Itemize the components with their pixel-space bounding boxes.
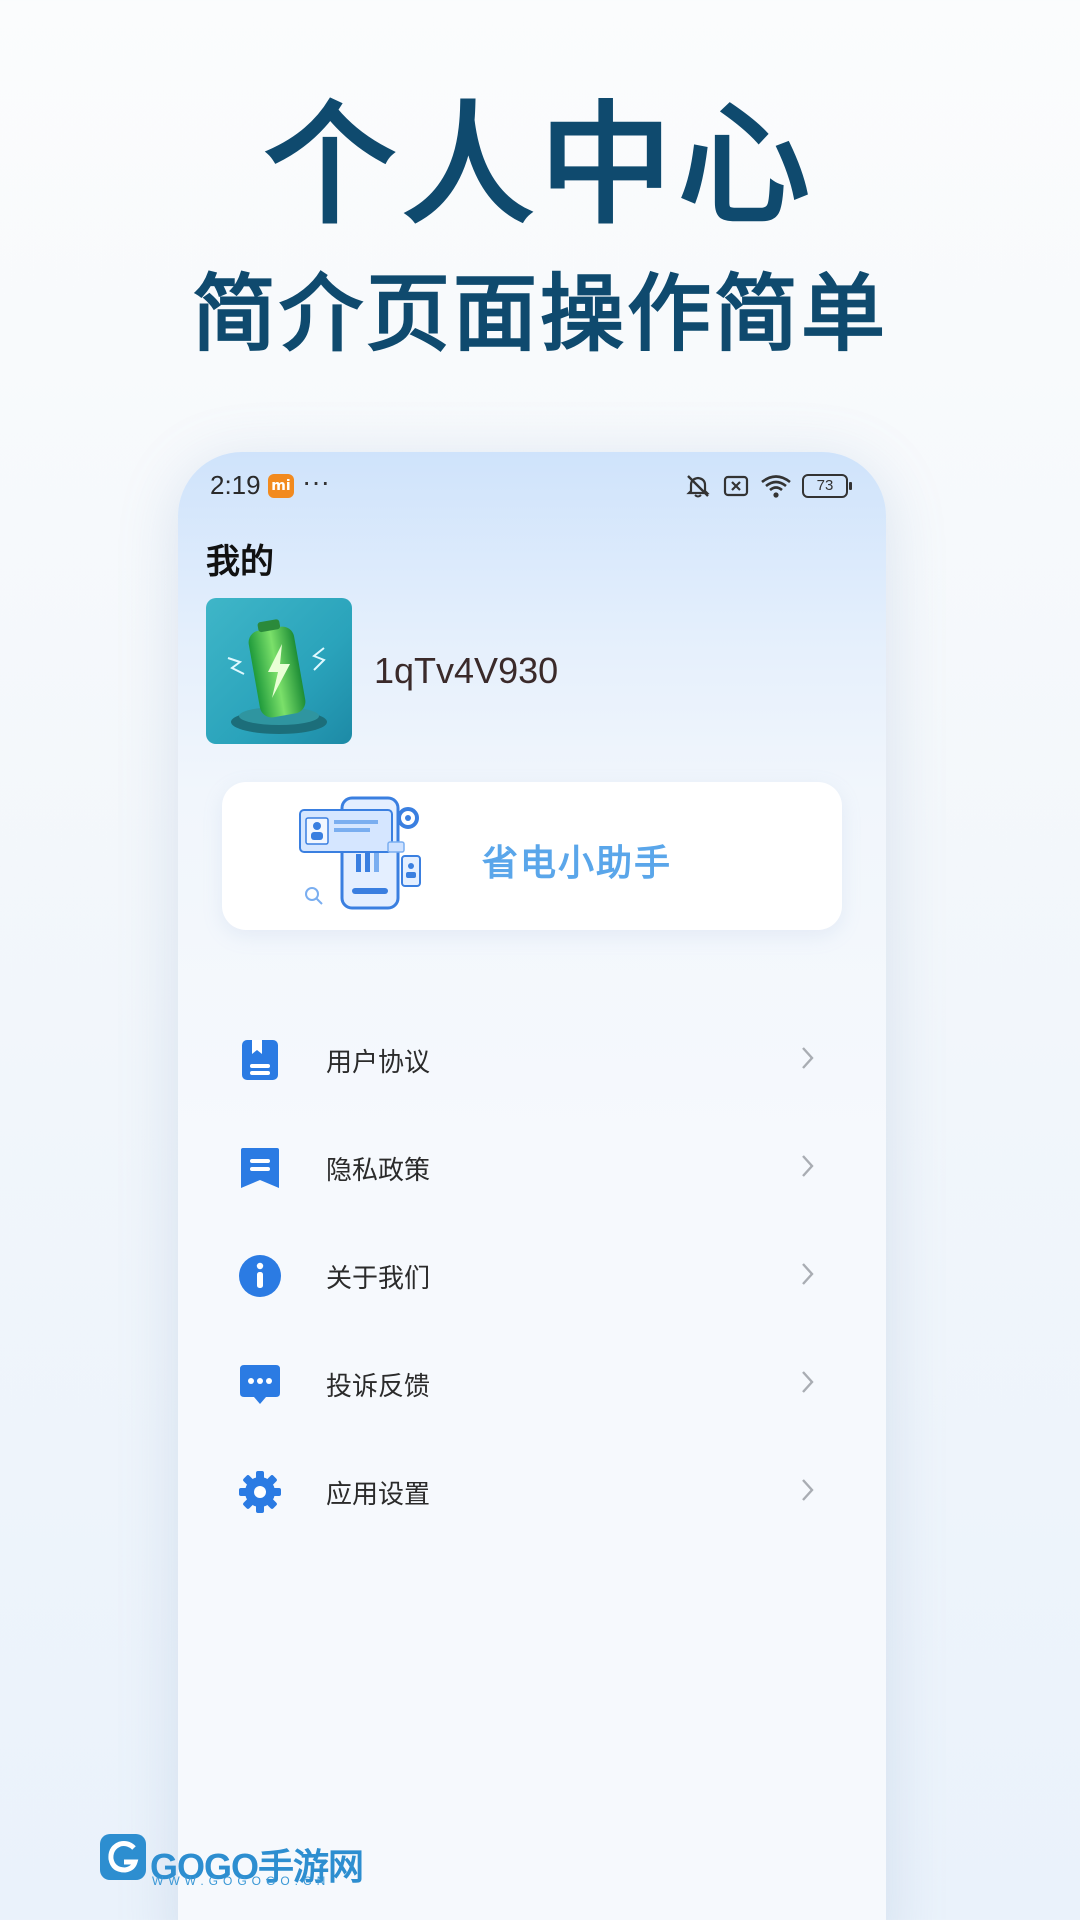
chevron-right-icon: [802, 1047, 814, 1069]
chat-icon: [240, 1365, 280, 1404]
document-icon: [242, 1040, 278, 1080]
wifi-icon: [761, 475, 791, 498]
menu-item-app-settings[interactable]: 应用设置: [178, 1438, 886, 1546]
power-saving-assistant-card[interactable]: 省电小助手: [222, 782, 842, 930]
gear-icon: [239, 1471, 281, 1513]
menu-item-privacy-policy[interactable]: 隐私政策: [178, 1114, 886, 1222]
menu-item-label: 关于我们: [326, 1264, 431, 1294]
battery-icon: 73: [802, 474, 852, 498]
watermark-url: WWW.GOGOGO.CN: [152, 1874, 331, 1888]
menu-item-feedback[interactable]: 投诉反馈: [178, 1330, 886, 1438]
chevron-right-icon: [802, 1371, 814, 1393]
menu-item-label: 投诉反馈: [326, 1372, 431, 1402]
mute-icon: [686, 475, 710, 498]
battery-avatar-image: [206, 598, 352, 744]
phone-illustration-icon: [299, 796, 421, 910]
menu-item-label: 应用设置: [326, 1480, 431, 1510]
menu-item-user-agreement[interactable]: 用户协议: [178, 1006, 886, 1114]
chevron-right-icon: [802, 1263, 814, 1285]
bookmark-list-icon: [241, 1148, 279, 1188]
avatar[interactable]: [206, 598, 352, 744]
page-title: 我的: [206, 542, 274, 582]
more-notifications-icon: ···: [302, 466, 330, 497]
status-bar: 2:19 mi ··· 73: [178, 452, 886, 522]
gogo-logo-icon: [100, 1834, 146, 1880]
mi-app-icon: mi: [268, 474, 294, 498]
chevron-right-icon: [802, 1155, 814, 1177]
menu-item-label: 用户协议: [326, 1048, 431, 1078]
phone-screen: 2:19 mi ··· 73 我的 1qTv4V930 省电小助手 用户协议 隐…: [178, 452, 886, 1920]
assistant-label: 省电小助手: [482, 843, 673, 884]
promo-subtitle: 简介页面操作简单: [191, 265, 888, 363]
no-sim-icon: [723, 475, 749, 497]
menu-item-label: 隐私政策: [326, 1156, 431, 1186]
status-icons: 73: [684, 472, 852, 500]
status-time: 2:19: [210, 470, 261, 500]
info-icon: [239, 1255, 281, 1297]
username: 1qTv4V930: [374, 650, 559, 691]
settings-menu: 用户协议 隐私政策 关于我们 投诉反馈 应用设置: [178, 1006, 886, 1546]
menu-item-about-us[interactable]: 关于我们: [178, 1222, 886, 1330]
promo-title: 个人中心: [264, 89, 816, 243]
chevron-right-icon: [802, 1479, 814, 1501]
